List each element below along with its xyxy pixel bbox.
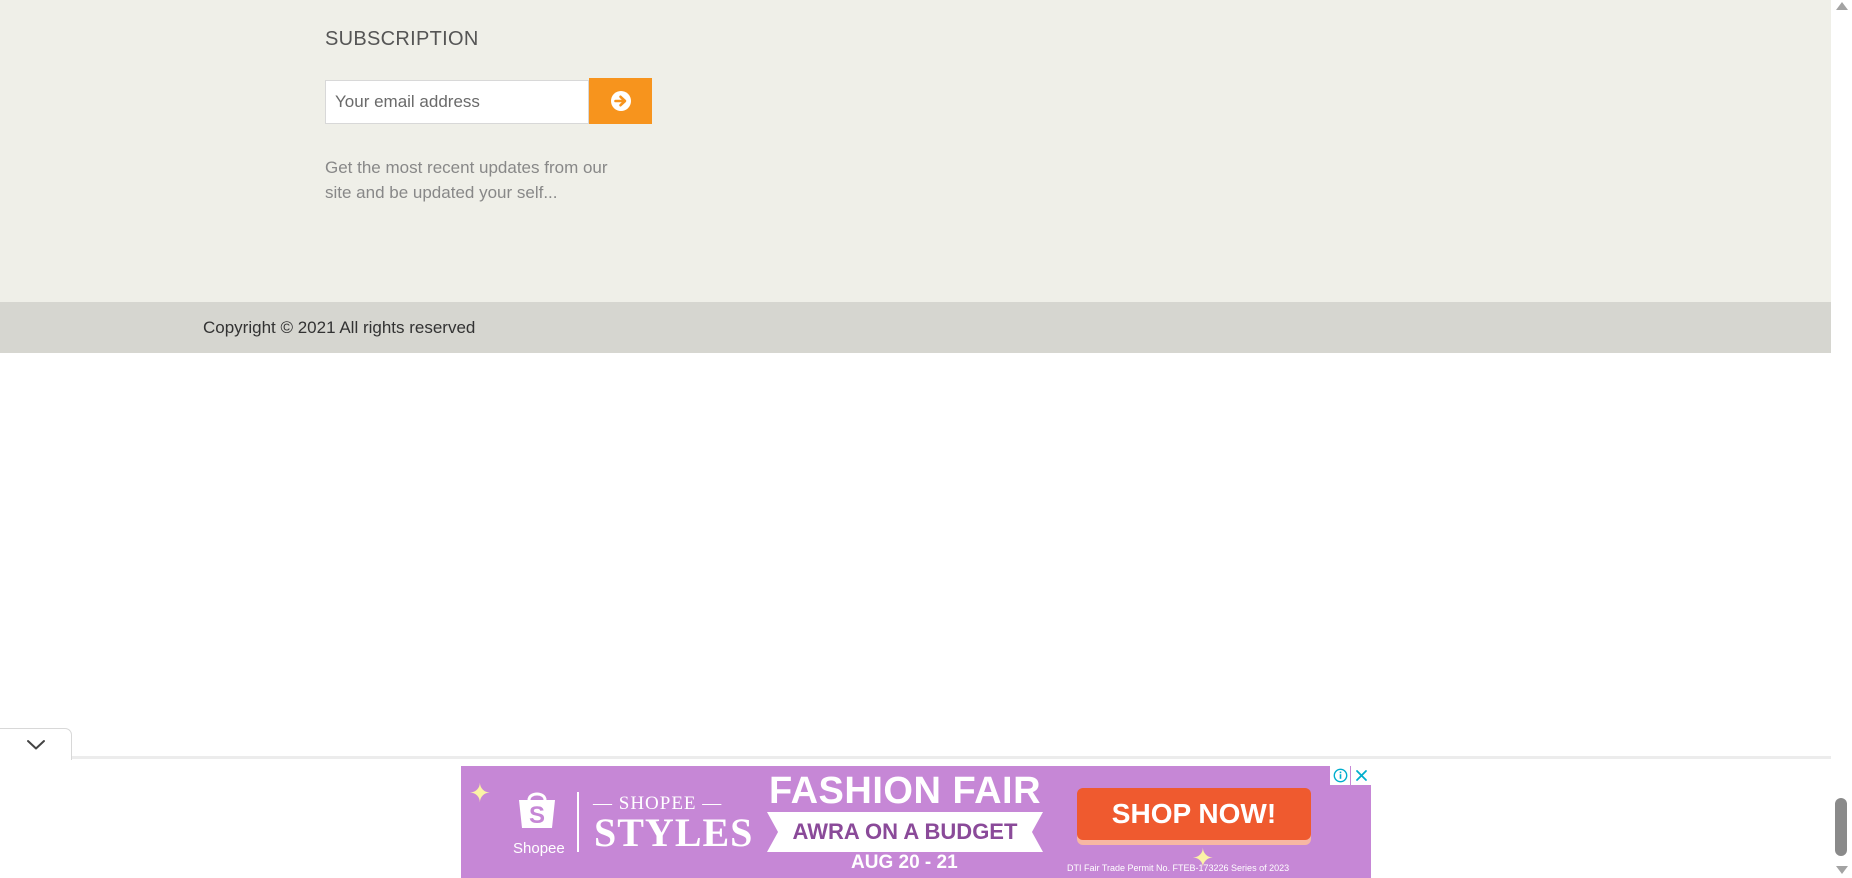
ad-close-button[interactable] (1351, 766, 1371, 785)
ad-divider (577, 792, 579, 852)
svg-text:S: S (529, 802, 545, 829)
collapse-ad-button[interactable] (0, 728, 72, 760)
anchor-divider (72, 756, 1831, 759)
ad-permit-text: DTI Fair Trade Permit No. FTEB-173226 Se… (1067, 863, 1290, 873)
ad-headline: FASHION FAIR (769, 770, 1042, 812)
scroll-down-arrow-icon[interactable] (1836, 866, 1848, 874)
shop-now-button[interactable]: SHOP NOW! (1077, 788, 1311, 840)
vertical-scrollbar[interactable] (1831, 0, 1852, 878)
shopee-brand-text: Shopee (513, 840, 565, 857)
copyright-text: Copyright © 2021 All rights reserved (203, 318, 476, 337)
shopee-ad-banner[interactable]: ✦ ✦ S Shopee — SHOPEE — STYLES FASHION F… (461, 766, 1371, 878)
scroll-thumb[interactable] (1835, 798, 1847, 856)
ad-info-button[interactable] (1330, 766, 1350, 785)
chevron-down-icon (26, 739, 45, 749)
scroll-up-arrow-icon[interactable] (1836, 2, 1848, 10)
close-icon (1355, 770, 1367, 781)
ad-date: AUG 20 - 21 (851, 852, 958, 873)
subscription-title: SUBSCRIPTION (325, 28, 479, 50)
shopee-bag-icon: S (519, 792, 555, 829)
subscribe-button[interactable] (589, 78, 652, 124)
email-input[interactable] (325, 80, 589, 124)
copyright-bar: Copyright © 2021 All rights reserved (0, 302, 1831, 353)
sparkle-icon: ✦ (469, 778, 491, 808)
ad-title: STYLES (594, 810, 754, 855)
subscription-description: Get the most recent updates from our sit… (325, 158, 608, 202)
footer-section: SUBSCRIPTION Get the most recent updates… (0, 0, 1831, 302)
arrow-circle-right-icon (610, 91, 631, 111)
info-icon (1333, 768, 1347, 783)
ad-ribbon: AWRA ON A BUDGET (767, 812, 1043, 852)
